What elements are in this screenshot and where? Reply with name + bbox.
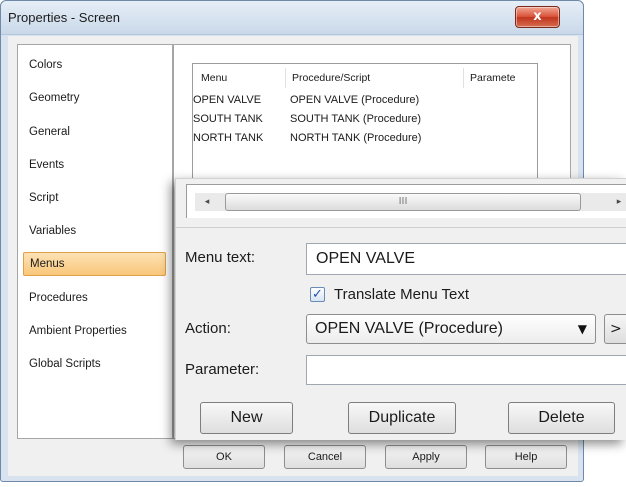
parameter-input[interactable] [306,355,626,385]
new-button[interactable]: New [200,402,293,434]
category-item-variables[interactable]: Variables [23,219,166,243]
title-bar: Properties - Screen x [1,1,583,35]
duplicate-button[interactable]: Duplicate [348,402,456,434]
scrollbar-thumb[interactable]: III [225,193,581,211]
category-list: Colors Geometry General Events Script Va… [17,44,173,439]
table-horizontal-scrollbar[interactable]: ◂ III ▸ [186,184,626,218]
column-header-procedure-script[interactable]: Procedure/Script [292,72,370,84]
scroll-grip-icon: III [398,196,408,207]
divider [176,227,626,228]
table-cell-procedure[interactable]: NORTH TANK (Procedure) [290,132,421,144]
delete-button[interactable]: Delete [508,402,615,434]
category-item-script[interactable]: Script [23,186,166,210]
table-cell-menu[interactable]: NORTH TANK [193,132,263,144]
scroll-left-arrow-icon[interactable]: ◂ [195,193,219,211]
action-dropdown[interactable]: OPEN VALVE (Procedure) ▼ [306,314,596,344]
window-title: Properties - Screen [8,10,120,25]
action-selected-value: OPEN VALVE (Procedure) [315,320,503,337]
translate-menu-text-label[interactable]: Translate Menu Text [334,286,469,303]
table-cell-menu[interactable]: SOUTH TANK [193,113,263,125]
column-separator [463,68,464,88]
checkbox-check-icon: ✓ [312,287,323,302]
category-item-ambient-properties[interactable]: Ambient Properties [23,319,166,343]
help-button[interactable]: Help [485,445,567,469]
menu-editor-zoom-panel: ◂ III ▸ Menu text: OPEN VALVE ✓ Translat… [175,178,626,440]
action-more-button[interactable]: > [604,314,626,344]
scrollbar-track[interactable]: ◂ III ▸ [195,193,626,211]
close-icon: x [533,9,542,24]
category-item-colors[interactable]: Colors [23,53,166,77]
category-item-procedures[interactable]: Procedures [23,286,166,310]
apply-button[interactable]: Apply [385,445,467,469]
close-button[interactable]: x [515,6,560,28]
scroll-right-arrow-icon[interactable]: ▸ [607,193,626,211]
category-item-events[interactable]: Events [23,153,166,177]
category-item-geometry[interactable]: Geometry [23,86,166,110]
action-label: Action: [185,320,231,337]
dropdown-arrow-icon: ▼ [577,322,587,336]
column-separator [285,68,286,88]
parameter-label: Parameter: [185,361,260,378]
category-item-general[interactable]: General [23,120,166,144]
cancel-button[interactable]: Cancel [284,445,366,469]
category-item-global-scripts[interactable]: Global Scripts [23,352,166,376]
table-cell-menu[interactable]: OPEN VALVE [193,94,261,106]
menu-text-input[interactable]: OPEN VALVE [306,243,626,275]
translate-menu-text-checkbox[interactable]: ✓ [310,287,325,302]
menu-text-label: Menu text: [185,249,256,266]
table-cell-procedure[interactable]: SOUTH TANK (Procedure) [290,113,421,125]
column-header-parameter[interactable]: Paramete [470,72,516,84]
column-header-menu[interactable]: Menu [201,72,227,84]
category-item-menus[interactable]: Menus [23,252,166,276]
table-cell-procedure[interactable]: OPEN VALVE (Procedure) [290,94,419,106]
ok-button[interactable]: OK [183,445,265,469]
